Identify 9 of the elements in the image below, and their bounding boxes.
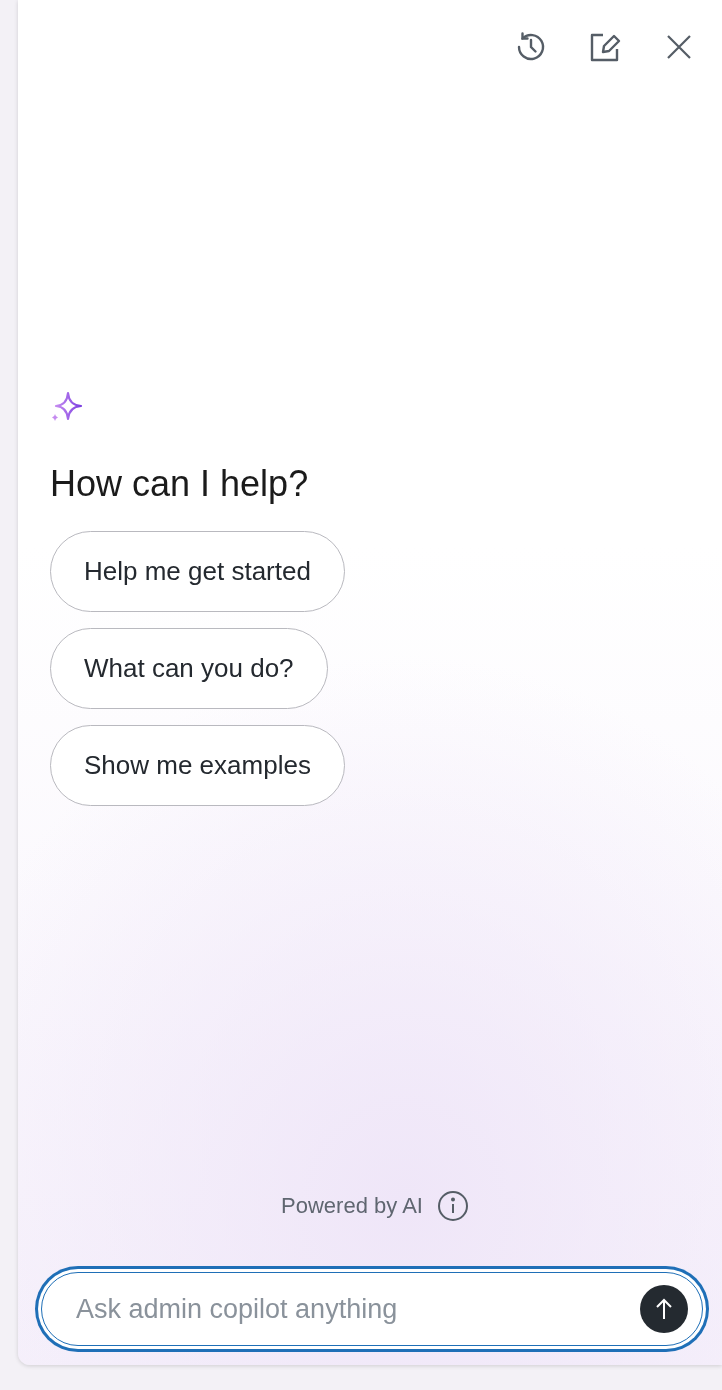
greeting-heading: How can I help? xyxy=(50,462,310,506)
powered-by-text: Powered by AI xyxy=(281,1192,423,1220)
info-icon[interactable] xyxy=(436,1189,469,1222)
suggestion-chip[interactable]: What can you do? xyxy=(50,628,328,710)
suggestion-chip[interactable]: Show me examples xyxy=(50,725,345,807)
message-input[interactable]: Ask admin copilot anything xyxy=(74,1287,640,1331)
send-button[interactable] xyxy=(640,1285,688,1333)
arrow-up-icon xyxy=(654,1298,674,1320)
suggestion-chip[interactable]: Help me get started xyxy=(50,531,345,613)
